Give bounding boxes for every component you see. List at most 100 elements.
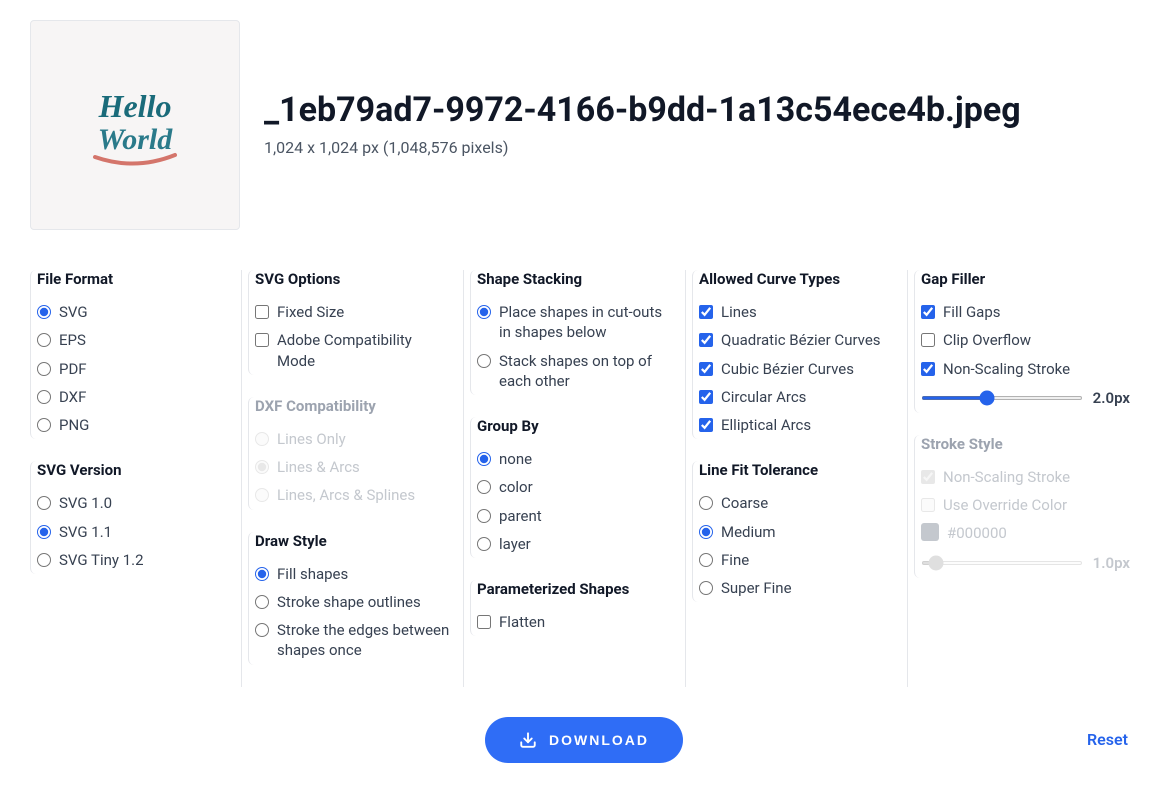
quadratic-b-zier-curves-checkbox[interactable] — [699, 333, 713, 347]
column-3: Shape Stacking Place shapes in cut-outs … — [464, 270, 686, 687]
dxf-label: DXF — [59, 387, 86, 407]
color-radio[interactable] — [477, 480, 491, 494]
svg-radio[interactable] — [37, 305, 51, 319]
column-4: Allowed Curve Types LinesQuadratic Bézie… — [686, 270, 908, 687]
color-option[interactable]: color — [477, 473, 673, 501]
lines-checkbox[interactable] — [699, 305, 713, 319]
stack-shapes-on-top-of-each-other-radio[interactable] — [477, 354, 491, 368]
stroke-shape-outlines-label: Stroke shape outlines — [277, 592, 421, 612]
gap-filler-section: Gap Filler Fill GapsClip OverflowNon-Sca… — [914, 270, 1130, 413]
eps-radio[interactable] — [37, 333, 51, 347]
fine-radio[interactable] — [699, 553, 713, 567]
stroke-shape-outlines-radio[interactable] — [255, 595, 269, 609]
column-2: SVG Options Fixed SizeAdobe Compatibilit… — [242, 270, 464, 687]
fill-gaps-option[interactable]: Fill Gaps — [921, 298, 1130, 326]
circular-arcs-checkbox[interactable] — [699, 390, 713, 404]
stroke-the-edges-between-shapes-once-radio[interactable] — [255, 623, 269, 637]
download-icon — [519, 731, 537, 749]
none-label: none — [499, 449, 532, 469]
medium-option[interactable]: Medium — [699, 518, 895, 546]
draw-style-title: Draw Style — [255, 532, 451, 550]
dxf-radio[interactable] — [37, 390, 51, 404]
reset-link[interactable]: Reset — [1087, 730, 1128, 749]
fill-shapes-radio[interactable] — [255, 567, 269, 581]
non-scaling-stroke-checkbox[interactable] — [921, 362, 935, 376]
layer-radio[interactable] — [477, 537, 491, 551]
stack-shapes-on-top-of-each-other-option[interactable]: Stack shapes on top of each other — [477, 347, 673, 396]
adobe-compatibility-mode-checkbox[interactable] — [255, 333, 269, 347]
lines-only-option: Lines Only — [255, 425, 451, 453]
stroke-slider-row: 1.0px — [921, 548, 1130, 578]
adobe-compatibility-mode-option[interactable]: Adobe Compatibility Mode — [255, 326, 451, 375]
clip-overflow-option[interactable]: Clip Overflow — [921, 326, 1130, 354]
fine-option[interactable]: Fine — [699, 546, 895, 574]
non-scaling-stroke-option[interactable]: Non-Scaling Stroke — [921, 355, 1130, 383]
parent-radio[interactable] — [477, 509, 491, 523]
fill-gaps-checkbox[interactable] — [921, 305, 935, 319]
png-label: PNG — [59, 415, 89, 435]
medium-radio[interactable] — [699, 525, 713, 539]
svg-1-0-radio[interactable] — [37, 496, 51, 510]
svg-option[interactable]: SVG — [37, 298, 229, 326]
coarse-radio[interactable] — [699, 496, 713, 510]
svg-tiny-1-2-radio[interactable] — [37, 553, 51, 567]
fill-shapes-option[interactable]: Fill shapes — [255, 560, 451, 588]
stroke-style-slider[interactable] — [921, 561, 1083, 565]
stroke-the-edges-between-shapes-once-option[interactable]: Stroke the edges between shapes once — [255, 616, 451, 665]
clip-overflow-label: Clip Overflow — [943, 330, 1031, 350]
use-override-color-checkbox — [921, 498, 935, 512]
none-option[interactable]: none — [477, 445, 673, 473]
png-radio[interactable] — [37, 418, 51, 432]
parent-option[interactable]: parent — [477, 502, 673, 530]
flatten-option[interactable]: Flatten — [477, 608, 673, 636]
svg-1-0-option[interactable]: SVG 1.0 — [37, 489, 229, 517]
svg-1-0-label: SVG 1.0 — [59, 493, 112, 513]
circular-arcs-option[interactable]: Circular Arcs — [699, 383, 895, 411]
cubic-b-zier-curves-option[interactable]: Cubic Bézier Curves — [699, 355, 895, 383]
coarse-label: Coarse — [721, 493, 768, 513]
quadratic-b-zier-curves-option[interactable]: Quadratic Bézier Curves — [699, 326, 895, 354]
png-option[interactable]: PNG — [37, 411, 229, 439]
pdf-radio[interactable] — [37, 362, 51, 376]
flatten-checkbox[interactable] — [477, 615, 491, 629]
cubic-b-zier-curves-checkbox[interactable] — [699, 362, 713, 376]
none-radio[interactable] — [477, 452, 491, 466]
layer-label: layer — [499, 534, 531, 554]
place-shapes-in-cut-outs-in-shapes-below-radio[interactable] — [477, 305, 491, 319]
layer-option[interactable]: layer — [477, 530, 673, 558]
fixed-size-checkbox[interactable] — [255, 305, 269, 319]
coarse-option[interactable]: Coarse — [699, 489, 895, 517]
elliptical-arcs-option[interactable]: Elliptical Arcs — [699, 411, 895, 439]
gap-filler-slider[interactable] — [921, 396, 1083, 400]
dxf-option[interactable]: DXF — [37, 383, 229, 411]
svg-tiny-1-2-option[interactable]: SVG Tiny 1.2 — [37, 546, 229, 574]
use-override-color-label: Use Override Color — [943, 495, 1067, 515]
super-fine-radio[interactable] — [699, 581, 713, 595]
svg-label: SVG — [59, 302, 88, 322]
eps-option[interactable]: EPS — [37, 326, 229, 354]
pdf-option[interactable]: PDF — [37, 355, 229, 383]
line-fit-section: Line Fit Tolerance CoarseMediumFineSuper… — [692, 461, 895, 602]
svg-1-1-radio[interactable] — [37, 525, 51, 539]
non-scaling-stroke-checkbox — [921, 470, 935, 484]
lines-option[interactable]: Lines — [699, 298, 895, 326]
fill-shapes-label: Fill shapes — [277, 564, 348, 584]
quadratic-b-zier-curves-label: Quadratic Bézier Curves — [721, 330, 881, 350]
download-button[interactable]: DOWNLOAD — [485, 717, 683, 763]
clip-overflow-checkbox[interactable] — [921, 333, 935, 347]
svg-1-1-option[interactable]: SVG 1.1 — [37, 518, 229, 546]
color-swatch — [921, 523, 939, 541]
group-by-section: Group By nonecolorparentlayer — [470, 417, 673, 558]
fixed-size-option[interactable]: Fixed Size — [255, 298, 451, 326]
svg-tiny-1-2-label: SVG Tiny 1.2 — [59, 550, 144, 570]
super-fine-label: Super Fine — [721, 578, 792, 598]
stroke-shape-outlines-option[interactable]: Stroke shape outlines — [255, 588, 451, 616]
place-shapes-in-cut-outs-in-shapes-below-option[interactable]: Place shapes in cut-outs in shapes below — [477, 298, 673, 347]
lines-arcs-option: Lines & Arcs — [255, 453, 451, 481]
lines-only-radio — [255, 432, 269, 446]
color-label: color — [499, 477, 533, 497]
fixed-size-label: Fixed Size — [277, 302, 344, 322]
non-scaling-stroke-label: Non-Scaling Stroke — [943, 467, 1070, 487]
super-fine-option[interactable]: Super Fine — [699, 574, 895, 602]
elliptical-arcs-checkbox[interactable] — [699, 418, 713, 432]
